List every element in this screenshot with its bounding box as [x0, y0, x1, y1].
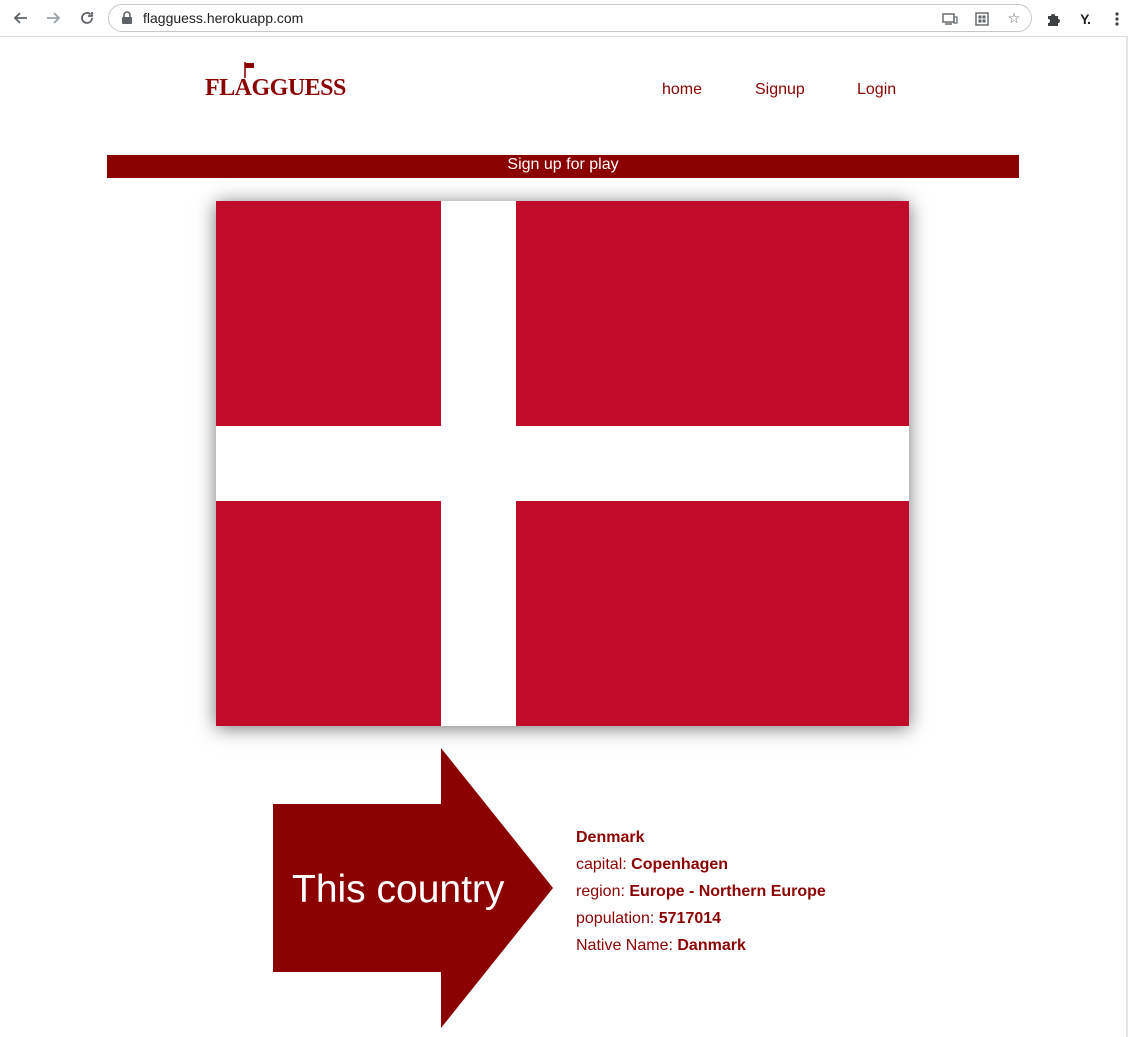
flag-image — [216, 201, 909, 726]
arrow-label: This country — [292, 868, 505, 911]
arrow-right-icon — [47, 12, 61, 24]
logo[interactable]: FLAGGUESS — [205, 62, 355, 102]
browser-toolbar: flagguess.herokuapp.com ☆ Y. — [0, 0, 1128, 37]
population-value: 5717014 — [658, 910, 722, 927]
native-name-value: Danmark — [677, 937, 746, 954]
nav-home[interactable]: home — [662, 80, 702, 100]
population-line: population: 5717014 — [576, 905, 826, 932]
capital-label: capital: — [576, 856, 627, 873]
reload-icon — [81, 12, 93, 24]
arrow-left-icon — [13, 12, 27, 24]
country-name-line: Denmark — [576, 824, 826, 851]
cast-icon[interactable] — [941, 10, 959, 28]
region-line: region: Europe - Northern Europe — [576, 878, 826, 905]
puzzle-icon[interactable] — [1043, 9, 1063, 29]
reload-button[interactable] — [76, 8, 98, 28]
region-label: region: — [576, 883, 625, 900]
url-text[interactable]: flagguess.herokuapp.com — [143, 10, 303, 26]
address-bar[interactable]: flagguess.herokuapp.com ☆ — [108, 4, 1032, 32]
logo-text: FLAGGUESS — [205, 75, 346, 101]
region-value: Europe - Northern Europe — [629, 883, 826, 900]
country-name: Denmark — [576, 829, 645, 846]
nav-signup[interactable]: Signup — [755, 80, 805, 100]
population-label: population: — [576, 910, 655, 927]
flag-cross-horizontal — [216, 426, 909, 501]
lock-icon[interactable] — [121, 11, 133, 30]
country-info: Denmark capital: Copenhagen region: Euro… — [576, 824, 826, 959]
capital-value: Copenhagen — [631, 856, 729, 873]
extension-button[interactable]: Y. — [1075, 9, 1095, 29]
native-name-label: Native Name: — [576, 937, 673, 954]
native-name-line: Native Name: Danmark — [576, 932, 826, 959]
signup-banner[interactable]: Sign up for play — [107, 155, 1019, 178]
capital-line: capital: Copenhagen — [576, 851, 826, 878]
star-icon[interactable]: ☆ — [1005, 10, 1023, 28]
forward-button[interactable] — [42, 8, 64, 28]
kebab-menu-icon[interactable] — [1107, 9, 1127, 29]
qr-icon[interactable] — [973, 10, 991, 28]
nav-login[interactable]: Login — [857, 80, 896, 100]
back-button[interactable] — [10, 8, 32, 28]
extension-label: Y. — [1080, 11, 1091, 27]
